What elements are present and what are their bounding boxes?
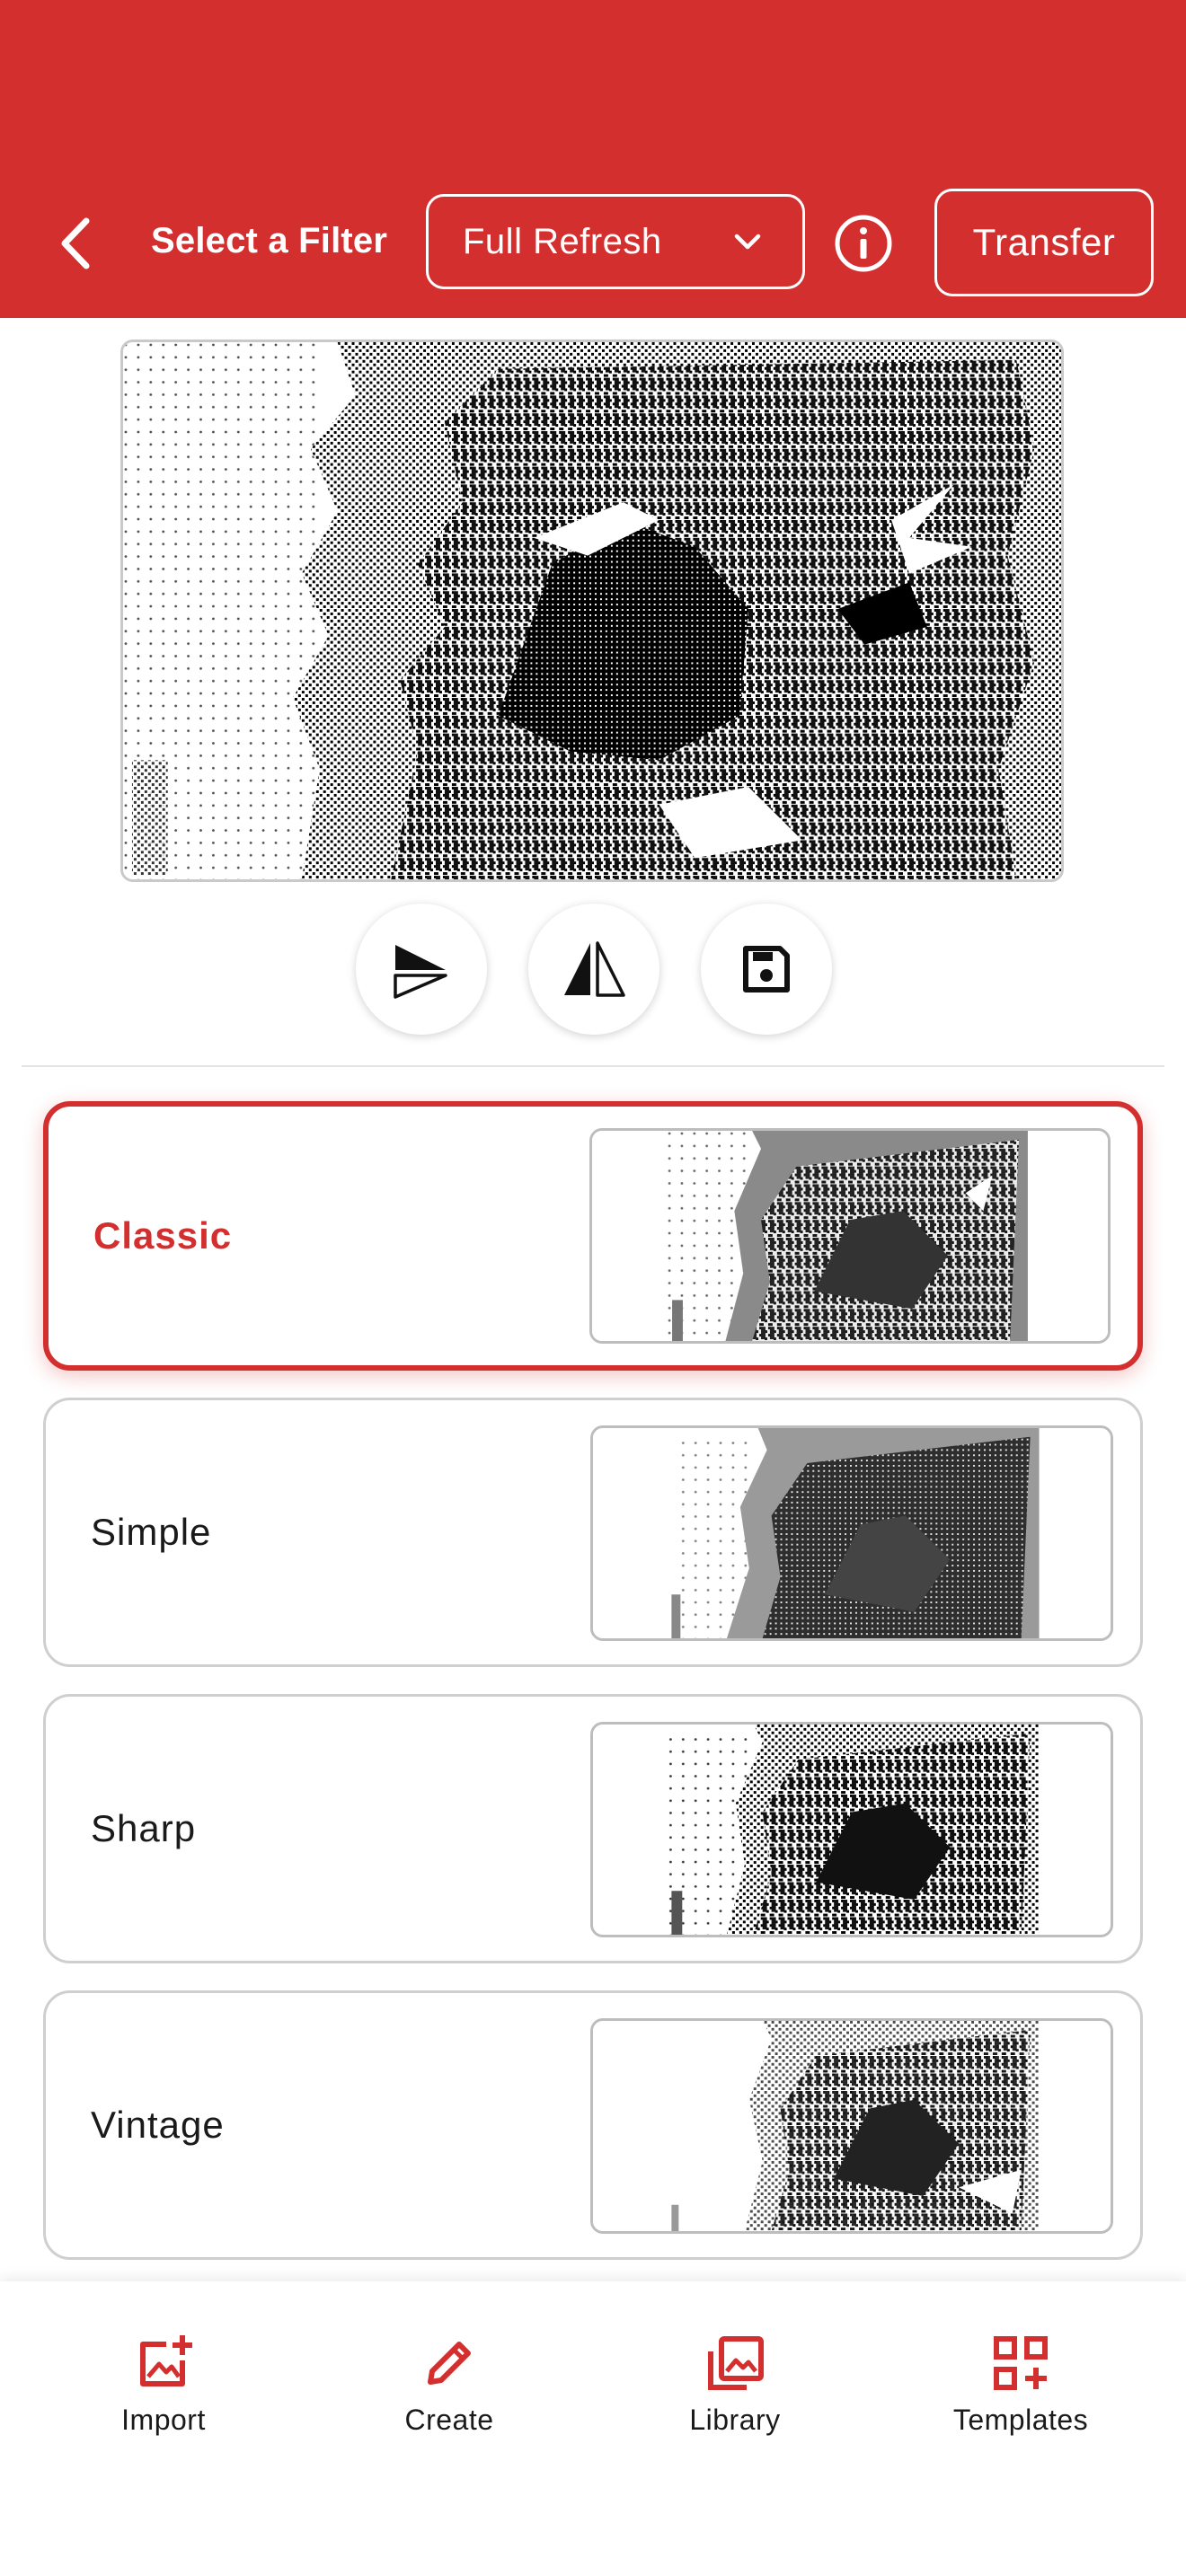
- filter-label: Vintage: [91, 2104, 225, 2146]
- filter-label: Simple: [91, 1511, 212, 1553]
- mirror-icon: [564, 941, 625, 997]
- filter-card-sharp[interactable]: Sharp: [43, 1694, 1143, 1963]
- save-icon: [743, 946, 790, 992]
- info-icon: [835, 215, 892, 272]
- filter-card-classic[interactable]: Classic: [43, 1101, 1143, 1371]
- mirror-button[interactable]: [528, 904, 659, 1035]
- nav-create[interactable]: Create: [341, 2332, 557, 2437]
- section-divider: [22, 1065, 1164, 1067]
- transfer-button[interactable]: Transfer: [934, 189, 1154, 296]
- nav-templates[interactable]: Templates: [913, 2332, 1128, 2437]
- info-button[interactable]: [834, 214, 893, 273]
- save-button[interactable]: [701, 904, 832, 1035]
- rotate-button[interactable]: [356, 904, 487, 1035]
- filter-label: Classic: [93, 1214, 233, 1257]
- bottom-nav: Import Create Library Templates: [0, 2281, 1186, 2576]
- filter-card-vintage[interactable]: Vintage: [43, 1990, 1143, 2260]
- nav-import[interactable]: Import: [56, 2332, 271, 2437]
- filter-thumbnail: [589, 1128, 1111, 1344]
- filter-label: Sharp: [91, 1807, 197, 1849]
- grid-plus-icon: [994, 2336, 1048, 2390]
- chevron-down-icon: [734, 234, 761, 250]
- dithered-preview-image: [120, 340, 1064, 882]
- filter-card-simple[interactable]: Simple: [43, 1398, 1143, 1667]
- nav-label: Templates: [952, 2404, 1089, 2436]
- filter-thumbnail: [590, 1425, 1113, 1641]
- image-library-icon: [708, 2336, 764, 2390]
- refresh-mode-select[interactable]: Full Refresh: [426, 194, 805, 289]
- nav-label: Import: [121, 2404, 206, 2436]
- nav-label: Create: [404, 2404, 494, 2436]
- chevron-left-icon: [61, 217, 90, 269]
- add-image-icon: [140, 2335, 192, 2386]
- filter-thumbnail: [590, 1722, 1113, 1937]
- page-title: Select a Filter: [151, 221, 388, 260]
- rotate-flip-icon: [394, 945, 447, 999]
- back-button[interactable]: [50, 212, 101, 275]
- nav-library[interactable]: Library: [627, 2332, 843, 2437]
- nav-label: Library: [689, 2404, 781, 2436]
- top-bar: Select a Filter Full Refresh Transfer: [0, 0, 1186, 318]
- filter-thumbnail: [590, 2018, 1113, 2234]
- pencil-icon: [428, 2342, 471, 2385]
- refresh-mode-value: Full Refresh: [463, 221, 662, 261]
